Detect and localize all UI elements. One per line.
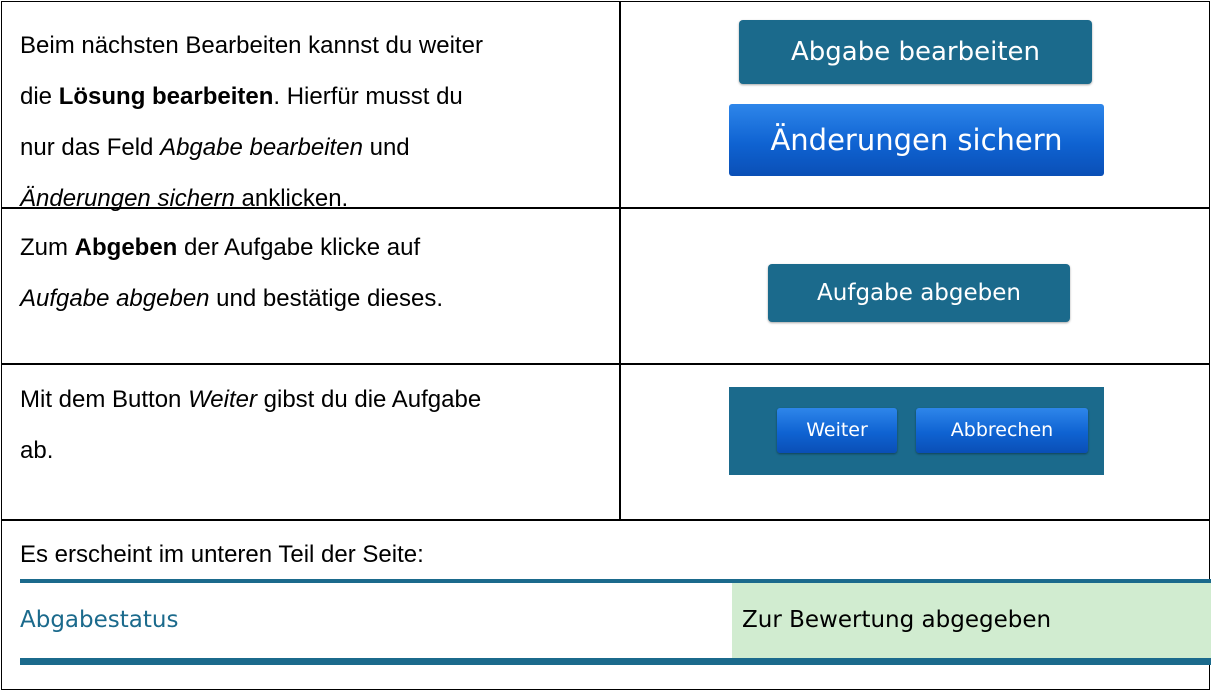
column-divider — [619, 2, 621, 520]
row2-instruction-text: Zum Abgeben der Aufgabe klicke auf Aufga… — [20, 222, 605, 324]
confirm-dialog-bar: Weiter Abbrechen — [729, 387, 1104, 475]
text-line: Es erscheint im unteren Teil der Seite: — [20, 541, 424, 568]
abgabe-bearbeiten-button[interactable]: Abgabe bearbeiten — [739, 20, 1092, 84]
weiter-button[interactable]: Weiter — [777, 408, 897, 453]
text-line: die Lösung bearbeiten. Hierfür musst du — [20, 83, 463, 110]
row-divider — [2, 519, 1209, 521]
row-divider — [2, 363, 1209, 365]
status-label: Abgabestatus — [20, 607, 179, 633]
status-value: Zur Bewertung abgegeben — [742, 607, 1052, 633]
row3-instruction-text: Mit dem Button Weiter gibst du die Aufga… — [20, 374, 605, 476]
submission-status-row: Abgabestatus Zur Bewertung abgegeben — [20, 579, 1211, 665]
instruction-table: Beim nächsten Bearbeiten kannst du weite… — [1, 1, 1211, 690]
text-line: Mit dem Button Weiter gibst du die Aufga… — [20, 386, 482, 413]
text-line: Aufgabe abgeben und bestätige dieses. — [20, 285, 444, 312]
text-line: Zum Abgeben der Aufgabe klicke auf — [20, 234, 421, 261]
aufgabe-abgeben-button[interactable]: Aufgabe abgeben — [768, 264, 1070, 322]
row1-instruction-text: Beim nächsten Bearbeiten kannst du weite… — [20, 20, 605, 224]
text-line: ab. — [20, 437, 54, 464]
footer-text: Es erscheint im unteren Teil der Seite: — [20, 529, 1120, 580]
text-line: Beim nächsten Bearbeiten kannst du weite… — [20, 32, 483, 59]
aenderungen-sichern-button[interactable]: Änderungen sichern — [729, 104, 1104, 176]
status-bottom-border — [20, 658, 1211, 665]
abbrechen-button[interactable]: Abbrechen — [916, 408, 1088, 453]
status-value-cell: Zur Bewertung abgegeben — [732, 583, 1211, 658]
text-line: Änderungen sichern anklicken. — [20, 185, 349, 212]
text-line: nur das Feld Abgabe bearbeiten und — [20, 134, 410, 161]
